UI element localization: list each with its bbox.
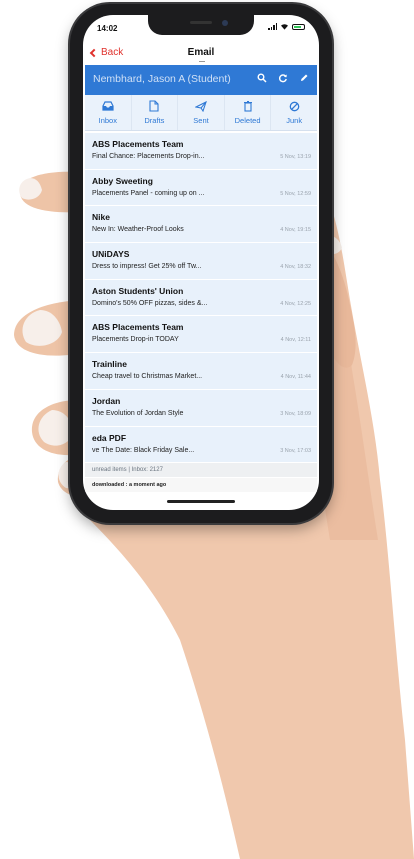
drafts-icon <box>149 99 159 113</box>
account-name[interactable]: Nembhard, Jason A (Student) <box>93 73 231 85</box>
message-sender: Abby Sweeting <box>92 175 153 186</box>
speaker-grille <box>190 21 212 24</box>
message-sender: ABS Placements Team <box>92 139 184 149</box>
message-subject: Placements Panel - coming up on ... <box>92 189 205 197</box>
status-time: 14:02 <box>97 24 118 33</box>
battery-icon <box>292 23 305 30</box>
nav-indicator <box>199 61 205 62</box>
home-indicator[interactable] <box>167 500 235 503</box>
message-subject: New In: Weather-Proof Looks <box>92 226 184 234</box>
wifi-icon <box>281 24 288 30</box>
status-icons <box>268 23 305 30</box>
tab-junk[interactable]: Junk <box>271 95 317 130</box>
nav-bar: Back Email <box>83 41 319 63</box>
message-subject: ve The Date: Black Friday Sale... <box>92 446 195 454</box>
signal-icon <box>268 23 277 30</box>
tab-label: Junk <box>286 116 303 125</box>
list-item[interactable]: Trainline Cheap travel to Christmas Mark… <box>85 353 317 390</box>
message-sender: ABS Placements Team <box>92 322 184 333</box>
message-date: 4 Nov, 11:44 <box>280 374 311 381</box>
list-item[interactable]: Jordan The Evolution of Jordan Style 3 N… <box>85 389 317 427</box>
message-subject: The Evolution of Jordan Style <box>92 409 184 417</box>
list-item[interactable]: ABS Placements Team Placements Drop-in T… <box>85 316 317 354</box>
message-date: 5 Nov, 13:19 <box>280 154 311 160</box>
sync-status: downloaded : a moment ago <box>85 478 317 492</box>
message-date: 3 Nov, 17:03 <box>280 447 311 454</box>
page-title: Email <box>187 47 215 58</box>
message-date: 4 Nov, 12:25 <box>280 300 311 307</box>
list-item[interactable]: eda PDF ve The Date: Black Friday Sale..… <box>85 426 317 464</box>
message-subject: Dress to impress! Get 25% off Tw... <box>92 263 202 271</box>
list-item[interactable]: ABS Placements Team Final Chance: Placem… <box>85 133 317 170</box>
inbox-icon <box>102 99 114 113</box>
phone-notch <box>148 15 254 35</box>
refresh-icon[interactable] <box>278 73 288 83</box>
message-subject: Final Chance: Placements Drop-in... <box>92 153 205 160</box>
message-list: ABS Placements Team Final Chance: Placem… <box>85 133 317 464</box>
tab-sent[interactable]: Sent <box>178 95 225 130</box>
message-sender: Jordan <box>92 395 121 406</box>
message-sender: eda PDF <box>92 432 127 443</box>
message-subject: Placements Drop-in TODAY <box>92 336 179 344</box>
list-item[interactable]: Nike New In: Weather-Proof Looks 4 Nov, … <box>85 206 317 244</box>
message-date: 4 Nov, 19:15 <box>280 227 311 234</box>
message-sender: Nike <box>92 212 110 223</box>
phone-screen: 14:02 Back Email Nembhard, Jason A (Stud… <box>83 15 319 510</box>
message-sender: Trainline <box>92 359 127 370</box>
message-date: 4 Nov, 18:32 <box>280 264 311 271</box>
trash-icon <box>243 99 253 113</box>
message-sender: Aston Students' Union <box>92 285 184 296</box>
unread-count-bar: unread items | Inbox: 2127 <box>85 463 317 477</box>
search-icon[interactable] <box>257 73 267 83</box>
tab-drafts[interactable]: Drafts <box>132 95 179 130</box>
tab-label: Sent <box>193 116 209 125</box>
message-date: 3 Nov, 18:09 <box>280 410 311 417</box>
list-item[interactable]: Aston Students' Union Domino's 50% OFF p… <box>85 279 317 317</box>
tab-label: Inbox <box>98 116 117 125</box>
message-date: 5 Nov, 12:59 <box>280 190 311 197</box>
front-camera <box>222 20 228 26</box>
tab-deleted[interactable]: Deleted <box>225 95 272 130</box>
message-date: 4 Nov, 12:11 <box>280 337 311 344</box>
list-item[interactable]: UNiDAYS Dress to impress! Get 25% off Tw… <box>85 243 317 280</box>
message-sender: UNiDAYS <box>92 249 130 260</box>
tab-inbox[interactable]: Inbox <box>85 95 132 130</box>
account-tools <box>257 73 309 83</box>
message-subject: Domino's 50% OFF pizzas, sides &... <box>92 299 208 307</box>
folder-tabs: Inbox Drafts Sent Deleted Junk <box>85 95 317 131</box>
junk-icon <box>289 99 300 113</box>
compose-icon[interactable] <box>299 73 309 83</box>
tab-label: Deleted <box>234 116 261 125</box>
sent-icon <box>194 99 207 113</box>
tab-label: Drafts <box>144 116 165 125</box>
account-bar: Nembhard, Jason A (Student) <box>85 65 317 95</box>
list-item[interactable]: Abby Sweeting Placements Panel - coming … <box>85 169 317 207</box>
message-subject: Cheap travel to Christmas Market... <box>92 373 203 381</box>
